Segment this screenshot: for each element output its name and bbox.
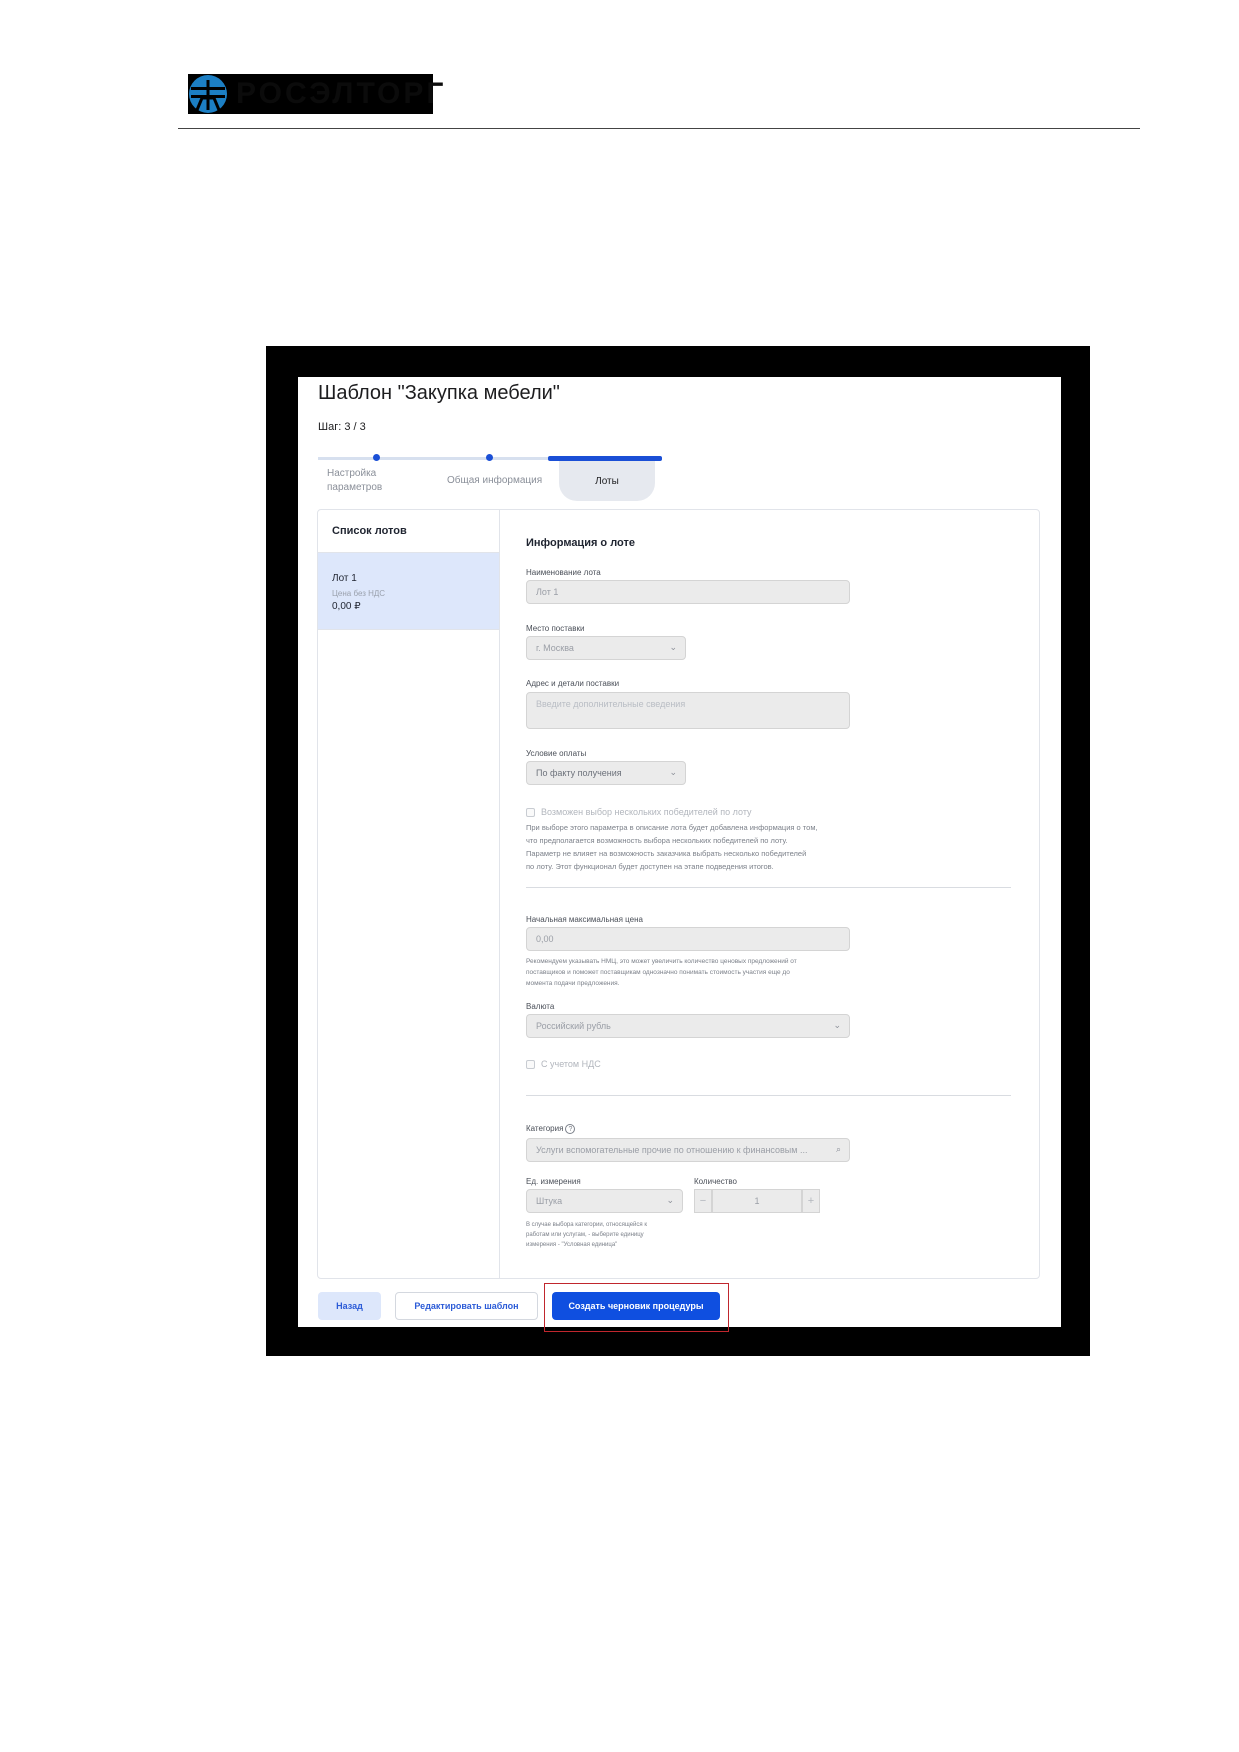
lot-list-item[interactable]: Лот 1 Цена без НДС 0,00 ₽: [318, 552, 499, 630]
edit-template-button[interactable]: Редактировать шаблон: [395, 1292, 538, 1320]
search-icon: ⌕: [835, 1144, 841, 1154]
delivery-place-select[interactable]: г. Москва ⌄: [526, 636, 686, 660]
unit-label: Ед. измерения: [526, 1177, 581, 1186]
quantity-decrement-button[interactable]: −: [694, 1189, 712, 1213]
lot-name-label: Наименование лота: [526, 568, 601, 577]
vat-checkbox-row[interactable]: С учетом НДС: [526, 1059, 601, 1069]
vat-label: С учетом НДС: [541, 1059, 601, 1069]
nmc-note: Рекомендуем указывать НМЦ, это может уве…: [526, 956, 797, 989]
header-divider: [178, 128, 1140, 129]
section-divider: [526, 1095, 1011, 1096]
logo-text: РОСЭЛТОРГ: [236, 77, 447, 110]
screenshot-frame: Шаблон "Закупка мебели" Шаг: 3 / 3 Настр…: [266, 346, 1090, 1356]
quantity-input[interactable]: 1: [712, 1189, 802, 1213]
category-label-row: Категория?: [526, 1124, 576, 1134]
lot-info-form: Информация о лоте Наименование лота Лот …: [526, 510, 1036, 1278]
note-line: В случае выбора категории, относящейся к: [526, 1222, 647, 1228]
note-line: что предполагается возможность выбора не…: [526, 836, 788, 845]
note-line: по лоту. Этот функционал будет доступен …: [526, 862, 774, 871]
step-lots[interactable]: Лоты: [559, 461, 655, 501]
multi-winners-checkbox-row[interactable]: Возможен выбор нескольких победителей по…: [526, 807, 752, 817]
app-screen: Шаблон "Закупка мебели" Шаг: 3 / 3 Настр…: [298, 377, 1061, 1332]
multi-winners-note: При выборе этого параметра в описание ло…: [526, 821, 818, 873]
note-line: поставщиков и поможет поставщикам однозн…: [526, 969, 790, 976]
currency-value: Российский рубль: [536, 1021, 611, 1031]
lot-info-title: Информация о лоте: [526, 537, 636, 549]
delivery-place-value: г. Москва: [536, 643, 574, 653]
note-line: работам или услугам, - выберите единицу: [526, 1232, 644, 1238]
lot-name: Лот 1: [332, 573, 357, 584]
chevron-down-icon: ⌄: [669, 642, 677, 652]
stepper-dot-1: [373, 454, 380, 461]
currency-label: Валюта: [526, 1002, 555, 1011]
roseltorg-logo-icon: [188, 74, 228, 114]
lot-name-input[interactable]: Лот 1: [526, 580, 850, 604]
step-general-info[interactable]: Общая информация: [447, 474, 542, 488]
step-general-info-label: Общая информация: [447, 475, 543, 486]
chevron-down-icon: ⌄: [833, 1020, 841, 1030]
currency-select[interactable]: Российский рубль ⌄: [526, 1014, 850, 1038]
note-line: При выборе этого параметра в описание ло…: [526, 823, 818, 832]
vat-checkbox[interactable]: [526, 1059, 535, 1069]
company-logo: РОСЭЛТОРГ: [188, 74, 443, 114]
lot-price: 0,00 ₽: [332, 601, 361, 612]
unit-select[interactable]: Штука ⌄: [526, 1189, 683, 1213]
payment-value: По факту получения: [536, 768, 622, 778]
chevron-down-icon: ⌄: [666, 1195, 674, 1205]
nmc-input[interactable]: 0,00: [526, 927, 850, 951]
step-settings[interactable]: Настройка параметров: [327, 467, 382, 495]
note-line: момента подачи предложения.: [526, 980, 620, 987]
note-line: Параметр не влияет на возможность заказч…: [526, 849, 807, 858]
stepper-dot-2: [486, 454, 493, 461]
quantity-increment-button[interactable]: +: [802, 1189, 820, 1213]
step-settings-line1: Настройка: [327, 468, 377, 479]
help-icon[interactable]: ?: [565, 1124, 576, 1134]
step-settings-line2: параметров: [327, 482, 383, 493]
back-button[interactable]: Назад: [318, 1292, 381, 1320]
lot-price-label: Цена без НДС: [332, 589, 386, 598]
step-lots-label: Лоты: [595, 476, 619, 487]
category-input[interactable]: Услуги вспомогательные прочие по отношен…: [526, 1138, 850, 1162]
step-counter: Шаг: 3 / 3: [318, 421, 366, 433]
multi-winners-label: Возможен выбор нескольких победителей по…: [541, 807, 752, 817]
quantity-label: Количество: [694, 1177, 737, 1186]
lots-list: Список лотов Лот 1 Цена без НДС 0,00 ₽: [318, 510, 500, 1278]
payment-select[interactable]: По факту получения ⌄: [526, 761, 686, 785]
category-label: Категория: [526, 1124, 564, 1133]
lots-list-title: Список лотов: [332, 525, 407, 537]
note-line: измерения - "Условная единица": [526, 1242, 618, 1248]
section-divider: [526, 887, 1011, 888]
unit-value: Штука: [536, 1196, 563, 1206]
note-line: Рекомендуем указывать НМЦ, это может уве…: [526, 958, 797, 965]
highlight-box: [544, 1283, 729, 1332]
category-value: Услуги вспомогательные прочие по отношен…: [536, 1145, 808, 1155]
address-label: Адрес и детали поставки: [526, 679, 620, 688]
payment-label: Условие оплаты: [526, 749, 587, 758]
lots-card: Список лотов Лот 1 Цена без НДС 0,00 ₽ И…: [317, 509, 1040, 1279]
multi-winners-checkbox[interactable]: [526, 807, 535, 817]
chevron-down-icon: ⌄: [669, 767, 677, 777]
address-input[interactable]: Введите дополнительные сведения: [526, 692, 850, 729]
delivery-place-label: Место поставки: [526, 624, 585, 633]
page-title: Шаблон "Закупка мебели": [318, 382, 560, 404]
unit-note: В случае выбора категории, относящейся к…: [526, 1220, 647, 1250]
nmc-label: Начальная максимальная цена: [526, 915, 643, 924]
